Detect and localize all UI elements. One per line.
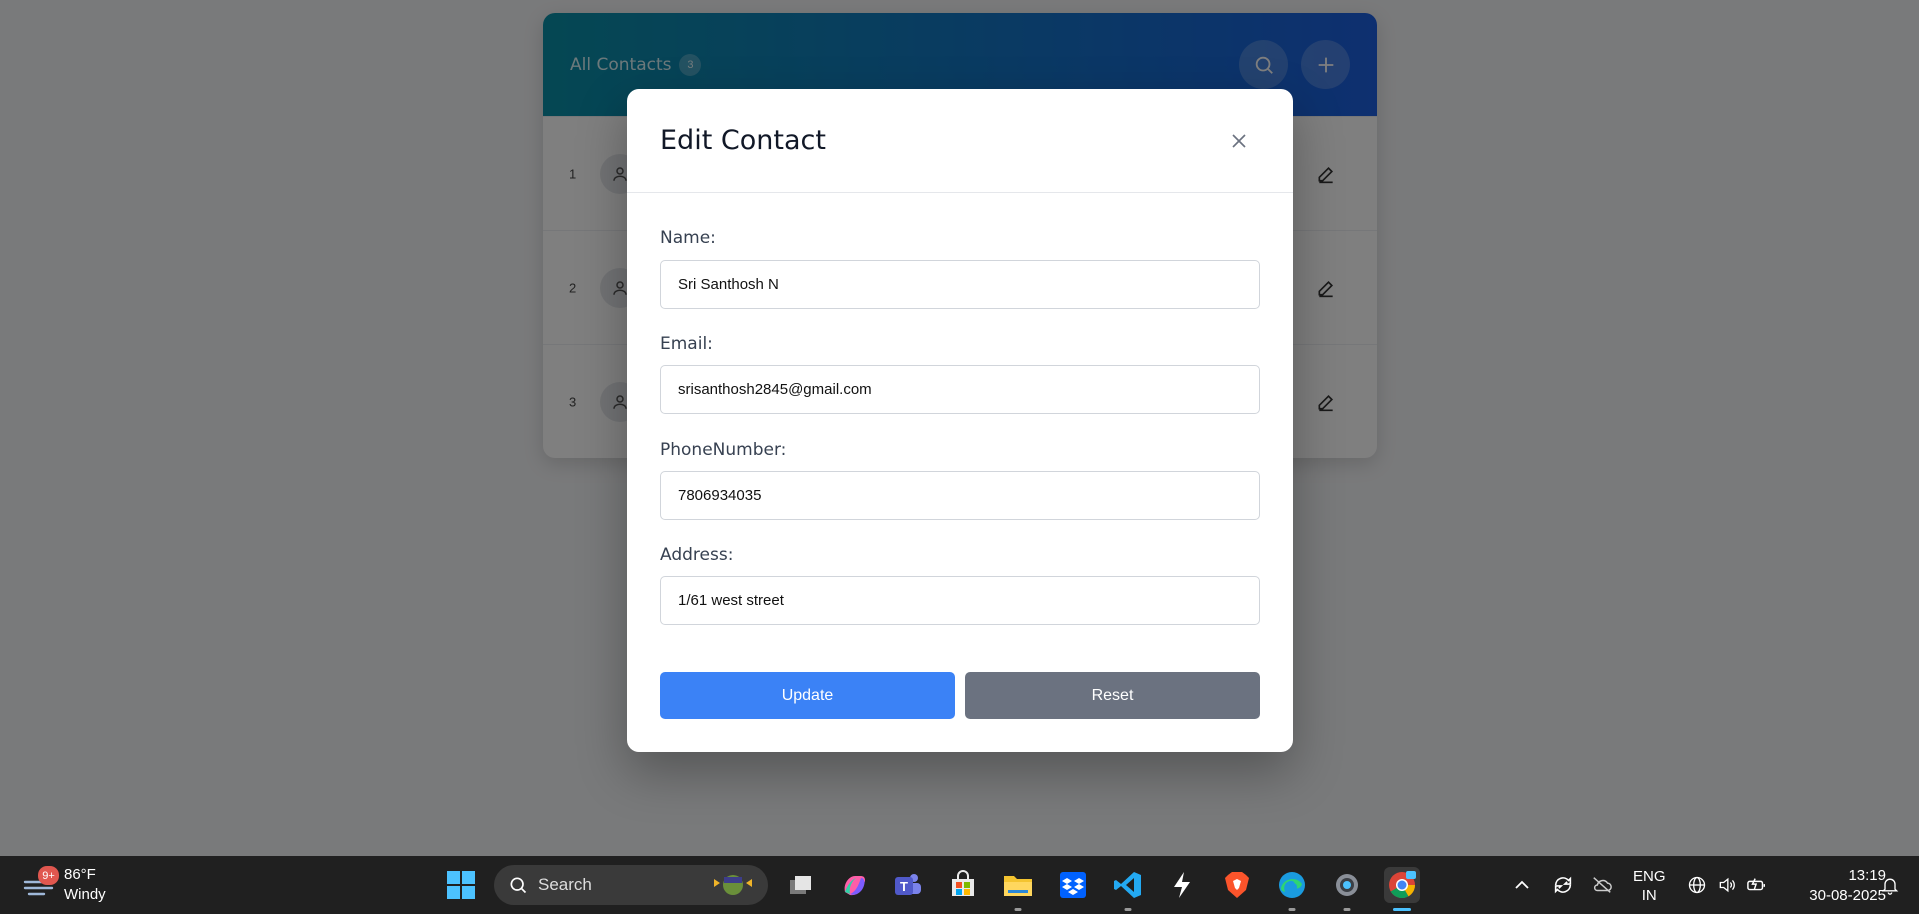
gear-icon bbox=[1336, 874, 1358, 896]
language-indicator[interactable]: ENG IN bbox=[1633, 867, 1666, 905]
volume-icon bbox=[1719, 877, 1735, 893]
edge-button[interactable] bbox=[1274, 867, 1310, 911]
name-label: Name: bbox=[660, 228, 716, 248]
sync-icon bbox=[1554, 876, 1572, 894]
wind-icon: 9+ bbox=[22, 866, 59, 902]
email-label: Email: bbox=[660, 334, 713, 354]
search-icon bbox=[510, 877, 527, 894]
copilot-button[interactable] bbox=[836, 867, 872, 903]
folder-icon bbox=[1004, 876, 1032, 896]
chrome-button[interactable] bbox=[1384, 867, 1420, 911]
notification-bell-icon bbox=[1881, 878, 1899, 895]
show-hidden-icons-button[interactable] bbox=[1510, 873, 1534, 897]
reset-button[interactable]: Reset bbox=[965, 672, 1260, 719]
file-explorer-button[interactable] bbox=[1000, 867, 1036, 911]
phone-label: PhoneNumber: bbox=[660, 440, 787, 460]
teams-button[interactable]: T bbox=[890, 867, 926, 903]
running-indicator bbox=[1288, 908, 1296, 911]
update-button[interactable]: Update bbox=[660, 672, 955, 719]
close-icon bbox=[1232, 134, 1246, 148]
store-icon bbox=[952, 870, 974, 896]
chevron-up-icon bbox=[1515, 880, 1529, 889]
weather-temp: 86°F bbox=[64, 866, 96, 883]
running-indicator bbox=[1014, 908, 1022, 911]
edge-icon bbox=[1279, 872, 1305, 898]
weather-condition: Windy bbox=[64, 886, 106, 903]
sync-tray-button[interactable] bbox=[1551, 873, 1575, 897]
modal-header: Edit Contact bbox=[627, 89, 1293, 193]
email-field[interactable] bbox=[660, 365, 1260, 414]
taskbar: 9+ 86°F Windy Search T ENG IN 13:19 30-0… bbox=[0, 856, 1919, 914]
copilot-icon bbox=[844, 876, 865, 896]
weather-badge: 9+ bbox=[38, 866, 59, 885]
microsoft-store-button[interactable] bbox=[945, 867, 981, 903]
vscode-icon bbox=[1114, 872, 1141, 898]
teams-icon: T bbox=[895, 874, 921, 895]
lightning-icon bbox=[1174, 872, 1190, 898]
brave-icon bbox=[1225, 872, 1249, 898]
dropbox-button[interactable] bbox=[1055, 867, 1091, 903]
language-code: ENG bbox=[1633, 868, 1666, 885]
battery-charging-icon bbox=[1747, 878, 1765, 891]
name-field[interactable] bbox=[660, 260, 1260, 309]
weather-widget[interactable]: 9+ 86°F Windy bbox=[22, 865, 106, 905]
address-label: Address: bbox=[660, 545, 734, 565]
task-view-icon bbox=[790, 876, 811, 894]
onedrive-tray-button[interactable] bbox=[1590, 873, 1614, 897]
close-button[interactable] bbox=[1227, 129, 1251, 153]
modal-title: Edit Contact bbox=[660, 125, 826, 156]
running-indicator bbox=[1343, 908, 1351, 911]
network-tray-button[interactable] bbox=[1685, 873, 1709, 897]
globe-icon bbox=[1688, 876, 1706, 894]
edit-contact-modal: Edit Contact Name: Email: PhoneNumber: A… bbox=[627, 89, 1293, 752]
battery-tray-button[interactable] bbox=[1745, 873, 1769, 897]
cloud-off-icon bbox=[1593, 877, 1612, 893]
address-field[interactable] bbox=[660, 576, 1260, 625]
clock-date: 30-08-2025 bbox=[1809, 887, 1886, 904]
task-view-button[interactable] bbox=[782, 867, 818, 903]
taskbar-search[interactable]: Search bbox=[494, 865, 768, 905]
windows-icon bbox=[447, 871, 475, 899]
volume-tray-button[interactable] bbox=[1715, 873, 1739, 897]
clock-time: 13:19 bbox=[1848, 867, 1886, 884]
clock[interactable]: 13:19 30-08-2025 bbox=[1786, 866, 1886, 906]
lightning-app-button[interactable] bbox=[1164, 867, 1200, 903]
start-button[interactable] bbox=[446, 870, 478, 902]
phone-field[interactable] bbox=[660, 471, 1260, 520]
chrome-icon bbox=[1389, 871, 1416, 899]
notifications-button[interactable] bbox=[1878, 873, 1902, 897]
active-indicator bbox=[1393, 908, 1411, 911]
search-label: Search bbox=[538, 875, 592, 894]
running-indicator bbox=[1124, 908, 1132, 911]
settings-button[interactable] bbox=[1329, 867, 1365, 911]
brave-button[interactable] bbox=[1219, 867, 1255, 903]
dropbox-icon bbox=[1060, 872, 1086, 898]
vscode-button[interactable] bbox=[1110, 867, 1146, 911]
svg-text:T: T bbox=[900, 879, 908, 894]
search-highlight-icon bbox=[710, 871, 756, 899]
language-region: IN bbox=[1641, 887, 1657, 904]
